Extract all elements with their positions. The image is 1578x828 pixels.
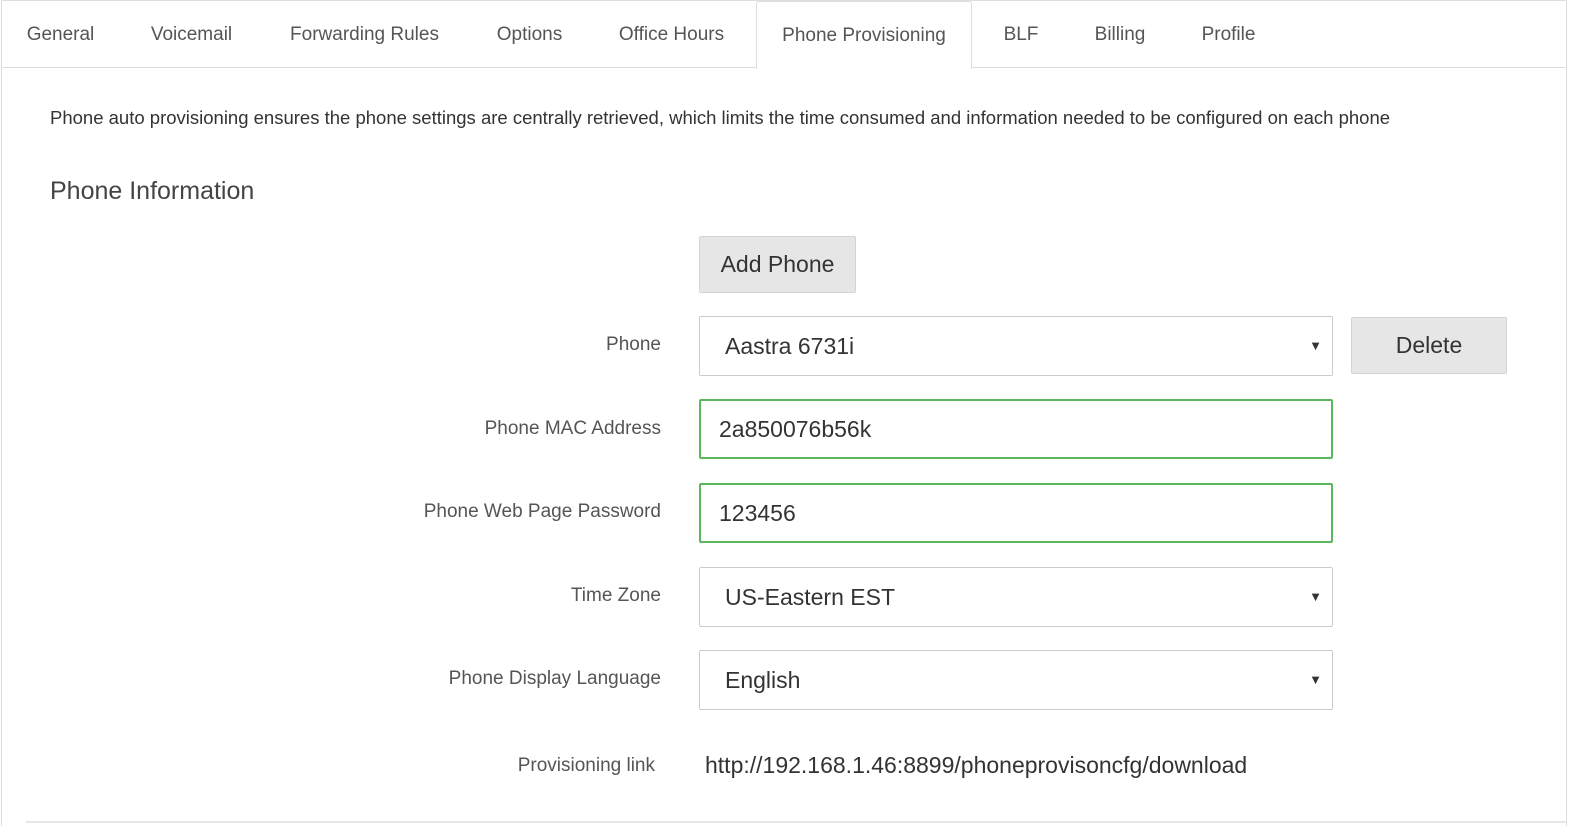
display-language-value: English (725, 667, 801, 693)
tab-options[interactable]: Options (476, 1, 583, 68)
mac-address-input[interactable]: 2a850076b56k (699, 399, 1333, 459)
tab-profile[interactable]: Profile (1181, 1, 1276, 68)
tab-billing[interactable]: Billing (1070, 1, 1170, 68)
time-zone-value: US-Eastern EST (725, 584, 895, 610)
tab-office-hours[interactable]: Office Hours (594, 1, 749, 68)
tab-voicemail[interactable]: Voicemail (130, 1, 253, 68)
section-title: Phone Information (50, 177, 255, 205)
display-language-select[interactable]: English ▼ (699, 650, 1333, 710)
tab-blf[interactable]: BLF (983, 1, 1059, 68)
chevron-down-icon: ▼ (1309, 672, 1322, 687)
tab-general[interactable]: General (2, 1, 119, 68)
time-zone-select[interactable]: US-Eastern EST ▼ (699, 567, 1333, 627)
bottom-divider (26, 821, 1566, 823)
phone-select-value: Aastra 6731i (725, 333, 855, 359)
tab-bar: General Voicemail Forwarding Rules Optio… (2, 1, 1566, 69)
phone-select[interactable]: Aastra 6731i ▼ (699, 316, 1333, 376)
web-password-label: Phone Web Page Password (423, 501, 661, 522)
phone-provisioning-panel: General Voicemail Forwarding Rules Optio… (1, 0, 1567, 826)
tab-forwarding-rules[interactable]: Forwarding Rules (264, 1, 465, 68)
chevron-down-icon: ▼ (1309, 589, 1322, 604)
time-zone-label: Time Zone (570, 585, 661, 606)
mac-address-value: 2a850076b56k (719, 416, 872, 442)
provisioning-link-value: http://192.168.1.46:8899/phoneprovisoncf… (705, 752, 1248, 778)
add-phone-button[interactable]: Add Phone (699, 236, 856, 293)
display-language-label: Phone Display Language (448, 668, 661, 689)
delete-button[interactable]: Delete (1351, 317, 1507, 374)
provisioning-description: Phone auto provisioning ensures the phon… (50, 107, 1391, 128)
chevron-down-icon: ▼ (1309, 338, 1322, 353)
web-password-input[interactable]: 123456 (699, 483, 1333, 543)
tab-phone-provisioning[interactable]: Phone Provisioning (756, 1, 972, 69)
phone-label: Phone (606, 334, 661, 355)
provisioning-link-label: Provisioning link (517, 755, 655, 776)
web-password-value: 123456 (719, 500, 796, 526)
mac-address-label: Phone MAC Address (484, 418, 661, 439)
